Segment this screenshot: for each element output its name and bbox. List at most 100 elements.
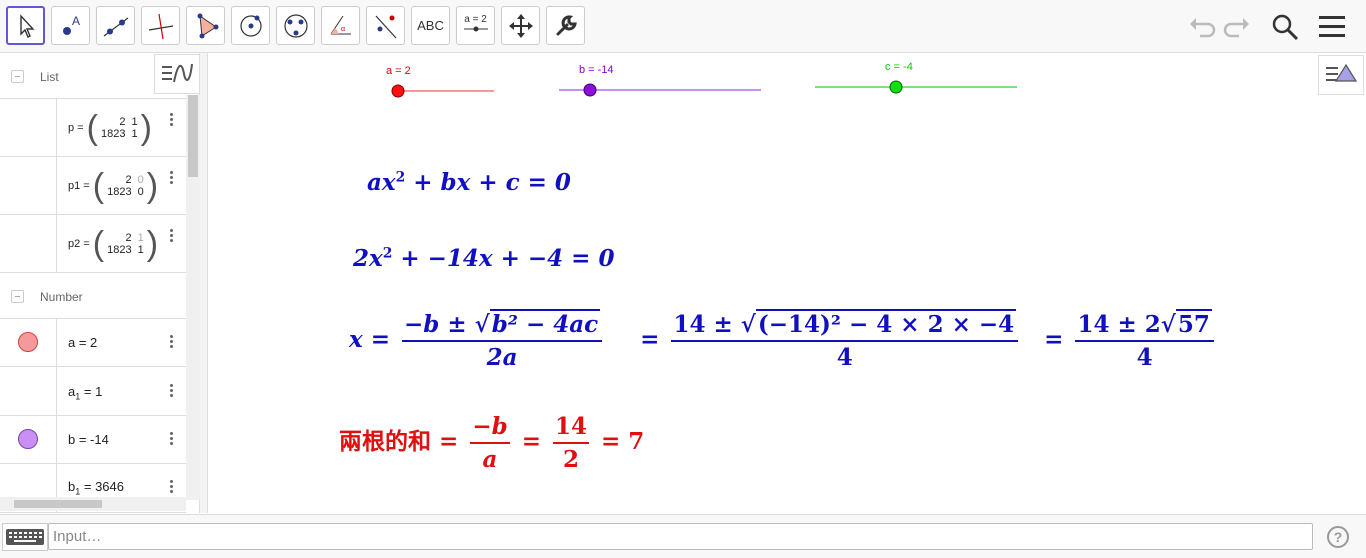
matrix-cell: 1	[137, 244, 144, 256]
more-options-icon[interactable]	[170, 382, 174, 399]
circle-tool[interactable]	[231, 6, 270, 45]
graphics-style-button[interactable]	[1318, 55, 1364, 95]
color-dot-icon[interactable]	[18, 332, 38, 352]
perpendicular-icon	[148, 13, 173, 39]
group-label: Number	[40, 290, 83, 304]
visibility-marker[interactable]	[0, 157, 57, 214]
redo-icon	[1223, 18, 1249, 38]
svg-text:α: α	[341, 26, 345, 33]
menu-button[interactable]	[1315, 10, 1349, 44]
slider-c-handle	[889, 80, 903, 94]
visibility-marker[interactable]	[0, 99, 57, 156]
number-value: b1 = 3646	[68, 479, 124, 497]
redo-button[interactable]	[1221, 10, 1255, 44]
specific-equation[interactable]: 2x2 + −14x + −4 = 0	[353, 245, 614, 272]
visibility-marker[interactable]	[0, 416, 57, 463]
more-options-icon[interactable]	[170, 227, 174, 244]
matrix-p: p = ( 21 1823 1 )	[68, 109, 152, 147]
visibility-marker[interactable]	[0, 215, 57, 272]
slider-b-handle	[583, 83, 597, 97]
angle-tool[interactable]: α	[321, 6, 360, 45]
graphics-view[interactable]: a = 2 b = -14 c = -4 ax2 + bx + c = 0 2x…	[209, 53, 1366, 513]
visibility-marker[interactable]	[0, 319, 57, 366]
more-options-icon[interactable]	[170, 430, 174, 447]
matrix-cell: 2	[119, 116, 126, 128]
collapse-toggle-icon[interactable]	[11, 290, 24, 303]
algebra-row-p[interactable]: p = ( 21 1823 1 )	[0, 99, 186, 157]
matrix-cell: 0	[137, 186, 144, 198]
scrollbar-thumb[interactable]	[188, 95, 198, 177]
algebra-view: List p = ( 21 1823 1 ) p1 = ( 20 1823 0 ) …	[0, 53, 200, 513]
matrix-cell: 2	[125, 174, 132, 186]
visibility-marker[interactable]	[0, 367, 57, 415]
algebra-row-p1[interactable]: p1 = ( 20 1823 0 )	[0, 157, 186, 215]
matrix-cell: 1823	[107, 244, 132, 256]
circle-3points-tool[interactable]	[276, 6, 315, 45]
perpendicular-tool[interactable]	[141, 6, 180, 45]
color-dot-icon[interactable]	[18, 429, 38, 449]
group-label: List	[40, 70, 59, 84]
more-options-icon[interactable]	[170, 333, 174, 350]
matrix-cell: 1823	[101, 128, 126, 140]
search-button[interactable]	[1268, 10, 1302, 44]
slider-a-label[interactable]: a = 2	[386, 65, 411, 77]
collapse-toggle-icon[interactable]	[11, 70, 24, 83]
more-options-icon[interactable]	[170, 111, 174, 128]
quadratic-formula[interactable]: x = −b ± √b² − 4ac 2a = 14 ± √(−14)² − 4 …	[349, 309, 1218, 371]
root-sum-formula[interactable]: 兩根的和 = −b a = 14 2 = 7	[339, 413, 644, 473]
undo-button[interactable]	[1184, 10, 1218, 44]
move-tool[interactable]	[6, 6, 45, 45]
slider-a-handle	[391, 84, 405, 98]
move-view-tool[interactable]	[501, 6, 540, 45]
svg-text:A: A	[72, 14, 80, 28]
text-tool-label: ABC	[417, 18, 444, 33]
circle-icon	[239, 14, 262, 37]
hamburger-menu-icon	[1319, 16, 1345, 37]
algebra-style-button[interactable]	[154, 54, 200, 94]
keyboard-button[interactable]	[2, 523, 48, 551]
more-options-icon[interactable]	[170, 478, 174, 495]
scrollbar-thumb[interactable]	[14, 500, 102, 508]
algebra-row-a[interactable]: a = 2	[0, 319, 186, 367]
matrix-p1: p1 = ( 20 1823 0 )	[68, 167, 159, 205]
toolbar: A α ABC a = 2	[0, 0, 1366, 53]
move-arrows-icon	[508, 13, 533, 38]
group-header-number[interactable]: Number	[0, 273, 186, 319]
line-icon	[103, 17, 128, 36]
matrix-name: p	[68, 122, 75, 134]
reflect-tool[interactable]	[366, 6, 405, 45]
input-field[interactable]: Input…	[48, 523, 1313, 550]
matrix-name: p1	[68, 180, 81, 192]
more-options-icon[interactable]	[170, 169, 174, 186]
graphics-style-icon	[1326, 63, 1358, 82]
slider-tool[interactable]: a = 2	[456, 6, 495, 45]
text-tool[interactable]: ABC	[411, 6, 450, 45]
undo-icon	[1190, 18, 1216, 38]
polygon-tool[interactable]	[186, 6, 225, 45]
matrix-name: p2	[68, 238, 81, 250]
general-equation[interactable]: ax2 + bx + c = 0	[367, 169, 571, 196]
matrix-cell: 2	[125, 232, 132, 244]
point-tool[interactable]: A	[51, 6, 90, 45]
cursor-arrow-icon	[19, 13, 35, 38]
slider-b-label[interactable]: b = -14	[579, 64, 614, 76]
line-tool[interactable]	[96, 6, 135, 45]
sliders-layer	[391, 80, 1017, 98]
point-icon: A	[62, 14, 80, 35]
polygon-icon	[197, 13, 218, 38]
view-divider[interactable]	[200, 53, 208, 513]
algebra-row-p2[interactable]: p2 = ( 21 1823 1 )	[0, 215, 186, 273]
algebra-vertical-scrollbar[interactable]	[186, 95, 200, 500]
settings-tool[interactable]	[546, 6, 585, 45]
slider-tool-label: a = 2	[464, 14, 487, 25]
algebra-style-icon	[162, 63, 193, 83]
algebra-horizontal-scrollbar[interactable]	[0, 497, 186, 511]
slider-c-label[interactable]: c = -4	[885, 61, 913, 73]
algebra-row-a1[interactable]: a1 = 1	[0, 367, 186, 416]
number-value: a1 = 1	[68, 384, 103, 402]
help-icon[interactable]: ?	[1327, 526, 1349, 548]
algebra-row-b[interactable]: b = -14	[0, 416, 186, 464]
angle-icon: α	[330, 15, 351, 34]
slider-icon	[463, 26, 488, 32]
matrix-cell: 1	[131, 116, 138, 128]
